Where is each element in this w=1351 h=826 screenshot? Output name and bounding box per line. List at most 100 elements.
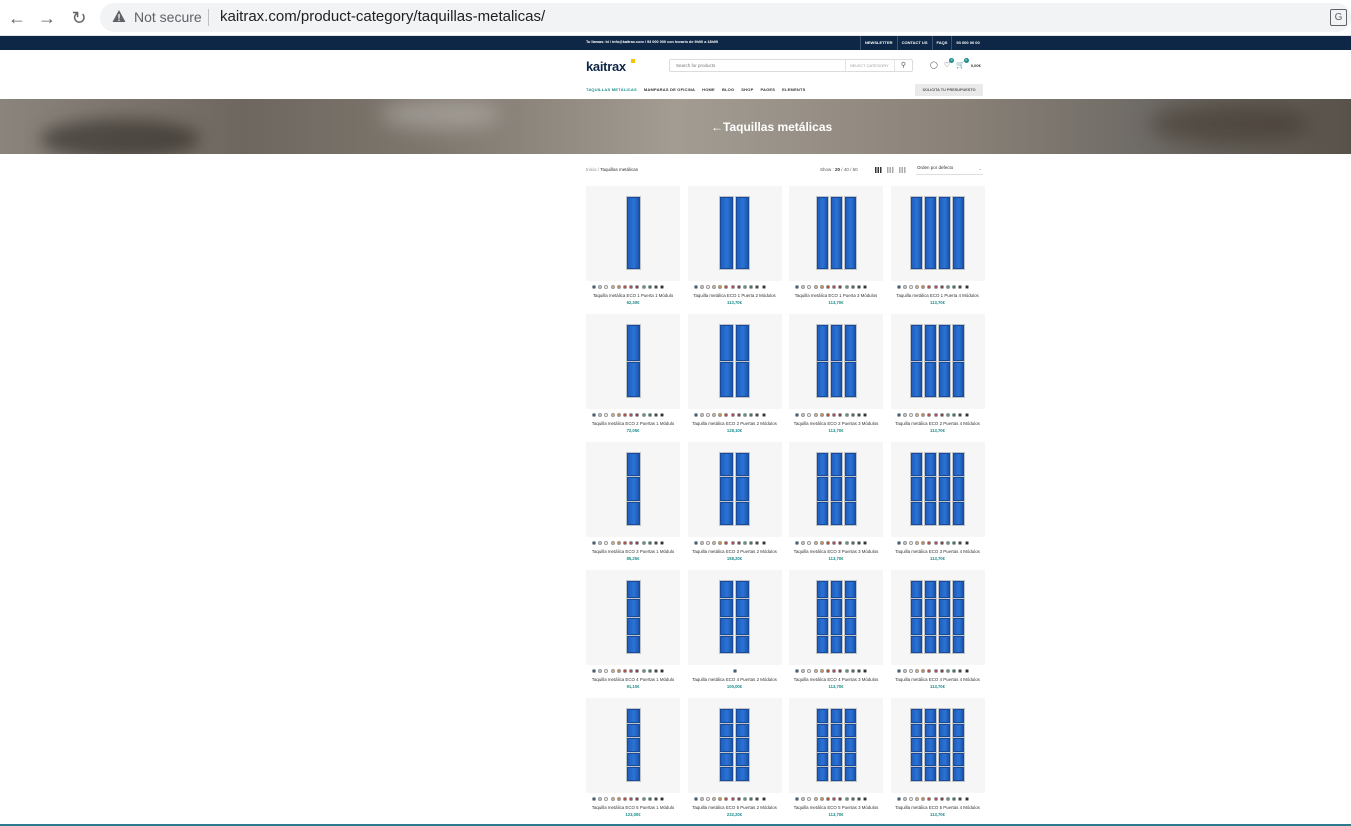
color-swatch[interactable] [939,285,944,289]
color-swatch[interactable] [622,285,627,289]
color-swatch[interactable] [958,285,963,289]
product-name[interactable]: Taquilla metálica ECO 2 Puertas 1 Módulo [586,421,680,426]
color-swatch[interactable] [732,669,737,673]
product-image[interactable] [586,314,680,409]
color-swatch[interactable] [921,413,926,417]
nav-item-blog[interactable]: BLOG [722,87,734,92]
topbar-link-newsletter[interactable]: NEWSLETTER [860,36,897,50]
color-swatch[interactable] [896,285,901,289]
color-swatch[interactable] [819,413,824,417]
color-swatch[interactable] [629,669,634,673]
color-swatch[interactable] [825,413,830,417]
color-swatch[interactable] [915,797,920,801]
color-swatch[interactable] [807,285,812,289]
color-swatch[interactable] [653,669,658,673]
color-swatch[interactable] [921,669,926,673]
product-image[interactable] [890,570,985,665]
product-name[interactable]: Taquilla metálica ECO 4 Puertas 4 Módulo… [891,677,985,682]
color-swatch[interactable] [801,669,806,673]
color-swatch[interactable] [699,413,704,417]
color-swatch[interactable] [813,669,818,673]
color-swatch[interactable] [896,413,901,417]
color-swatch[interactable] [801,413,806,417]
color-swatch[interactable] [705,541,710,545]
color-swatch[interactable] [850,413,855,417]
wishlist-icon[interactable]: ♡ 0 [944,58,955,69]
color-swatch[interactable] [736,797,741,801]
color-swatch[interactable] [660,413,665,417]
color-swatch[interactable] [629,285,634,289]
color-swatch[interactable] [958,541,963,545]
product-image[interactable] [687,186,782,281]
color-swatch[interactable] [647,669,652,673]
color-swatch[interactable] [856,413,861,417]
product-name[interactable]: Taquilla metálica ECO 4 Puertas 3 Módulo… [789,677,883,682]
color-swatch[interactable] [610,413,615,417]
color-swatch[interactable] [761,413,766,417]
color-swatch[interactable] [933,541,938,545]
color-swatch[interactable] [946,797,950,801]
color-swatch[interactable] [718,797,723,801]
color-swatch[interactable] [610,797,615,801]
color-swatch[interactable] [958,797,963,801]
color-swatch[interactable] [825,669,830,673]
product-image[interactable] [687,570,782,665]
product-image[interactable] [687,698,782,793]
color-swatch[interactable] [832,285,837,289]
color-swatch[interactable] [915,285,920,289]
color-swatch[interactable] [807,669,812,673]
translate-icon[interactable]: G [1330,9,1347,26]
color-swatch[interactable] [952,669,957,673]
product-name[interactable]: Taquilla metálica ECO 5 Puertas 2 Módulo… [688,805,782,810]
color-swatch[interactable] [927,541,932,545]
color-swatch[interactable] [761,541,766,545]
color-swatch[interactable] [653,413,658,417]
color-swatch[interactable] [902,669,907,673]
color-swatch[interactable] [635,541,640,545]
color-swatch[interactable] [598,541,603,545]
color-swatch[interactable] [616,797,621,801]
color-swatch[interactable] [832,413,837,417]
back-arrow-icon[interactable]: ← [711,120,723,134]
product-card[interactable]: Taquilla metálica ECO 5 Puertas 4 Módulo… [890,698,985,826]
color-swatch[interactable] [718,541,723,545]
color-swatch[interactable] [730,285,735,289]
color-swatch[interactable] [699,797,704,801]
color-swatch[interactable] [946,541,950,545]
color-swatch[interactable] [939,669,944,673]
color-swatch[interactable] [598,413,603,417]
color-swatch[interactable] [660,669,665,673]
color-swatch[interactable] [749,541,754,545]
color-swatch[interactable] [635,285,640,289]
color-swatch[interactable] [939,541,944,545]
color-swatch[interactable] [616,541,621,545]
color-swatch[interactable] [838,797,843,801]
color-swatch[interactable] [616,669,621,673]
color-swatch[interactable] [946,413,950,417]
color-swatch[interactable] [604,285,609,289]
security-status[interactable]: Not secure [134,9,202,25]
color-swatch[interactable] [712,797,717,801]
product-image[interactable] [586,442,680,537]
color-swatch[interactable] [622,541,627,545]
color-swatch[interactable] [838,285,843,289]
color-swatch[interactable] [724,413,729,417]
color-swatch[interactable] [724,541,729,545]
color-swatch[interactable] [921,541,926,545]
color-swatch[interactable] [736,413,741,417]
grid-4-icon[interactable] [875,167,882,173]
show-option-60[interactable]: 60 [853,167,858,172]
color-swatch[interactable] [699,541,704,545]
color-swatch[interactable] [964,285,969,289]
color-swatch[interactable] [915,541,920,545]
product-image[interactable] [890,314,985,409]
color-swatch[interactable] [736,285,741,289]
color-swatch[interactable] [795,541,799,545]
color-swatch[interactable] [749,797,754,801]
product-card[interactable]: Taquilla metálica ECO 2 Puertas 3 Módulo… [789,314,883,442]
search-input[interactable]: Search for products [676,63,715,68]
color-swatch[interactable] [832,797,837,801]
product-card[interactable]: Taquilla metálica ECO 2 Puertas 1 Módulo… [586,314,680,442]
color-swatch[interactable] [736,541,741,545]
color-swatch[interactable] [844,797,849,801]
